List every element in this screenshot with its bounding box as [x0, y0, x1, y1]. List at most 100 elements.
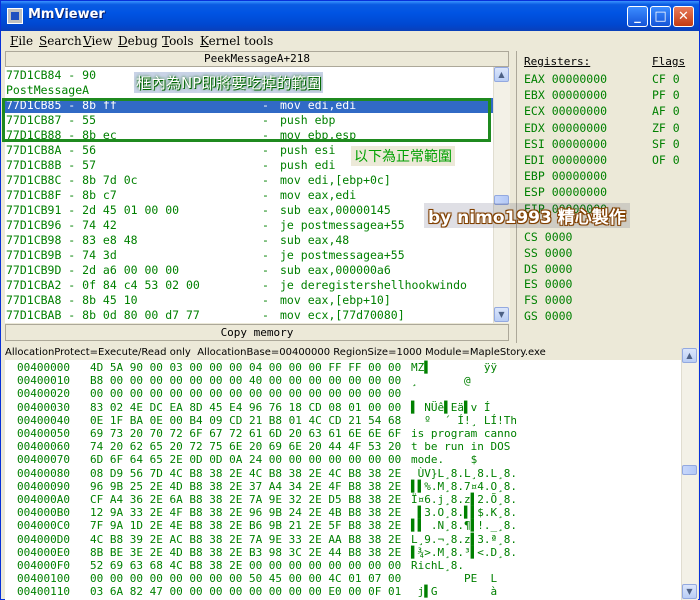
dump-address: 004000D0 [17, 532, 70, 546]
dump-ascii: is program canno [411, 427, 517, 440]
disasm-address-bytes: 77D1CB96 - 74 42 [6, 218, 117, 232]
segment-register[interactable]: ES 0000 [524, 277, 572, 292]
dump-row[interactable]: 004000B0 12 9A 33 2E 4F B8 38 2E 96 9B 24… [5, 506, 681, 519]
disasm-row[interactable]: 77D1CB98 - 83 e8 48 - sub eax,48 [5, 233, 493, 248]
menu-tools[interactable]: Tools [162, 34, 194, 48]
dump-address: 00400030 [17, 400, 70, 414]
dump-row[interactable]: 00400020 00 00 00 00 00 00 00 00 00 00 00… [5, 387, 681, 400]
dump-row[interactable]: 004000E0 8B BE 3E 2E 4D B8 38 2E B3 98 3C… [5, 546, 681, 559]
scroll-down-icon[interactable]: ▼ [494, 307, 509, 322]
dump-address: 004000A0 [17, 493, 70, 506]
dump-row[interactable]: 00400080 08 D9 56 7D 4C B8 38 2E 4C B8 38… [5, 467, 681, 480]
dump-scrollbar[interactable]: ▲ ▼ [681, 348, 698, 600]
register-value[interactable]: EDX 00000000 [524, 121, 607, 136]
register-value[interactable]: ESI 00000000 [524, 137, 607, 152]
segment-register[interactable]: CS 0000 [524, 230, 572, 245]
flag-value[interactable]: ZF 0 [652, 121, 680, 136]
disasm-row[interactable]: 77D1CB8C - 8b 7d 0c - mov edi,[ebp+0c] [5, 173, 493, 188]
minimize-button[interactable]: _ [627, 6, 648, 27]
disasm-instruction: je deregistershellhookwindo [280, 278, 467, 292]
scroll-thumb[interactable] [682, 465, 697, 475]
register-value[interactable]: ESP 00000000 [524, 185, 607, 200]
dump-row[interactable]: 00400040 0E 1F BA 0E 00 B4 09 CD 21 B8 01… [5, 414, 681, 427]
disasm-row[interactable]: 77D1CB9B - 74 3d - je postmessagea+55 [5, 248, 493, 263]
scroll-up-icon[interactable]: ▲ [494, 67, 509, 82]
dump-ascii: MZ▌ ÿÿ [411, 361, 498, 374]
segment-register[interactable]: FS 0000 [524, 293, 572, 308]
menu-search[interactable]: Search [39, 34, 82, 48]
dump-hex-bytes: 7F 9A 1D 2E 4E B8 38 2E B6 9B 21 2E 5F B… [90, 519, 402, 533]
segment-register[interactable]: SS 0000 [524, 246, 572, 261]
scroll-up-icon[interactable]: ▲ [682, 348, 697, 363]
menu-debug[interactable]: Debug [118, 34, 158, 48]
dump-ascii: º ´ Í!¸ LÍ!Th [411, 413, 517, 427]
copy-memory-button[interactable]: Copy memory [5, 324, 509, 341]
flag-value[interactable]: AF 0 [652, 104, 680, 119]
register-value[interactable]: ECX 00000000 [524, 104, 607, 119]
dump-row[interactable]: 004000F0 52 69 63 68 4C B8 38 2E 00 00 00… [5, 559, 681, 572]
disasm-scrollbar[interactable]: ▲ ▼ [493, 67, 510, 323]
disasm-row[interactable]: 77D1CB96 - 74 42 - je postmessagea+55 [5, 218, 493, 233]
dump-ascii: L¸9.¬¸8.z▌3.ª¸8. [411, 532, 517, 546]
memory-dump-view[interactable]: 00400000 4D 5A 90 00 03 00 00 00 04 00 00… [5, 360, 681, 600]
register-value[interactable]: EDI 00000000 [524, 153, 607, 168]
disasm-row[interactable]: 77D1CB91 - 2d 45 01 00 00 - sub eax,000001… [5, 203, 493, 218]
dump-ascii: Ï¤6.j¸8.z▌2.Õ¸8. [411, 493, 517, 506]
maximize-button[interactable]: □ [650, 6, 671, 27]
dump-row[interactable]: 004000A0 CF A4 36 2E 6A B8 38 2E 7A 9E 32… [5, 493, 681, 506]
dump-hex-bytes: 0E 1F BA 0E 00 B4 09 CD 21 B8 01 4C CD 2… [90, 413, 402, 427]
dump-ascii: t be run in DOS [411, 440, 511, 454]
window-title: MmViewer [28, 7, 105, 22]
dump-row[interactable]: 00400010 B8 00 00 00 00 00 00 00 40 00 00… [5, 374, 681, 387]
title-bar[interactable]: MmViewer _ □ ✕ [1, 1, 699, 31]
dump-row[interactable]: 00400070 6D 6F 64 65 2E 0D 0D 0A 24 00 00… [5, 453, 681, 466]
register-value[interactable]: EBP 00000000 [524, 169, 607, 184]
flag-value[interactable]: CF 0 [652, 72, 680, 87]
segment-register[interactable]: GS 0000 [524, 309, 572, 324]
dump-row[interactable]: 00400090 96 9B 25 2E 4D B8 38 2E 37 A4 34… [5, 480, 681, 493]
disasm-separator: - [262, 158, 269, 172]
segment-register[interactable]: DS 0000 [524, 262, 572, 277]
disasm-row[interactable]: 77D1CBA2 - 0f 84 c4 53 02 00 - je deregist… [5, 278, 493, 293]
dump-row[interactable]: 00400060 74 20 62 65 20 72 75 6E 20 69 6E… [5, 440, 681, 453]
dump-row[interactable]: 004000C0 7F 9A 1D 2E 4E B8 38 2E B6 9B 21… [5, 519, 681, 532]
register-value[interactable]: EBX 00000000 [524, 88, 607, 103]
dump-hex-bytes: 83 02 4E DC EA 8D 45 E4 96 76 18 CD 08 0… [90, 400, 402, 414]
disasm-row[interactable]: 77D1CBAB - 8b 0d 80 00 d7 77 - mov ecx,[77… [5, 308, 493, 323]
disasm-instruction: mov ecx,[77d70080] [280, 308, 405, 322]
register-value[interactable]: EAX 00000000 [524, 72, 607, 87]
disasm-row[interactable]: 77D1CBA8 - 8b 45 10 - mov eax,[ebp+10] [5, 293, 493, 308]
dump-address: 00400070 [17, 453, 70, 467]
disasm-address-bytes: 77D1CB8B - 57 [6, 158, 97, 172]
dump-ascii: ▌3.O¸8.▌▌$.K¸8. [411, 506, 517, 520]
dump-ascii: PE L [411, 572, 498, 586]
menu-bar: File Search View Debug Tools Kernel tool… [2, 31, 698, 51]
flag-value[interactable]: SF 0 [652, 137, 680, 152]
dump-row[interactable]: 00400030 83 02 4E DC EA 8D 45 E4 96 76 18… [5, 401, 681, 414]
menu-view[interactable]: View [83, 34, 113, 48]
disasm-instruction: mov eax,[ebp+10] [280, 293, 391, 307]
scroll-down-icon[interactable]: ▼ [682, 584, 697, 599]
dump-row[interactable]: 00400050 69 73 20 70 72 6F 67 72 61 6D 20… [5, 427, 681, 440]
dump-hex-bytes: 6D 6F 64 65 2E 0D 0D 0A 24 00 00 00 00 0… [90, 453, 402, 467]
close-button[interactable]: ✕ [673, 6, 694, 27]
flag-value[interactable]: PF 0 [652, 88, 680, 103]
dump-hex-bytes: 74 20 62 65 20 72 75 6E 20 69 6E 20 44 4… [90, 440, 402, 454]
dump-row[interactable]: 00400110 03 6A 82 47 00 00 00 00 00 00 00… [5, 585, 681, 598]
menu-kernel-tools[interactable]: Kernel tools [200, 34, 273, 48]
dump-row[interactable]: 004000D0 4C B8 39 2E AC B8 38 2E 7A 9E 33… [5, 533, 681, 546]
dump-hex-bytes: 08 D9 56 7D 4C B8 38 2E 4C B8 38 2E 4C B… [90, 466, 402, 480]
dump-address: 00400110 [17, 585, 70, 599]
menu-file[interactable]: File [10, 34, 33, 48]
dump-hex-bytes: 4C B8 39 2E AC B8 38 2E 7A 9E 33 2E AA B… [90, 532, 402, 546]
dump-address: 00400090 [17, 479, 70, 493]
disasm-row[interactable]: 77D1CB8F - 8b c7 - mov eax,edi [5, 188, 493, 203]
flag-value[interactable]: OF 0 [652, 153, 680, 168]
dump-row[interactable]: 00400100 00 00 00 00 00 00 00 00 50 45 00… [5, 572, 681, 585]
dump-address: 00400000 [17, 361, 70, 374]
dump-ascii: mode. $ [411, 453, 478, 467]
disasm-separator: - [262, 218, 269, 232]
dump-row[interactable]: 00400000 4D 5A 90 00 03 00 00 00 04 00 00… [5, 361, 681, 374]
disasm-address-bytes: PostMessageA [6, 83, 90, 97]
disasm-row[interactable]: 77D1CB9D - 2d a6 00 00 00 - sub eax,000000… [5, 263, 493, 278]
